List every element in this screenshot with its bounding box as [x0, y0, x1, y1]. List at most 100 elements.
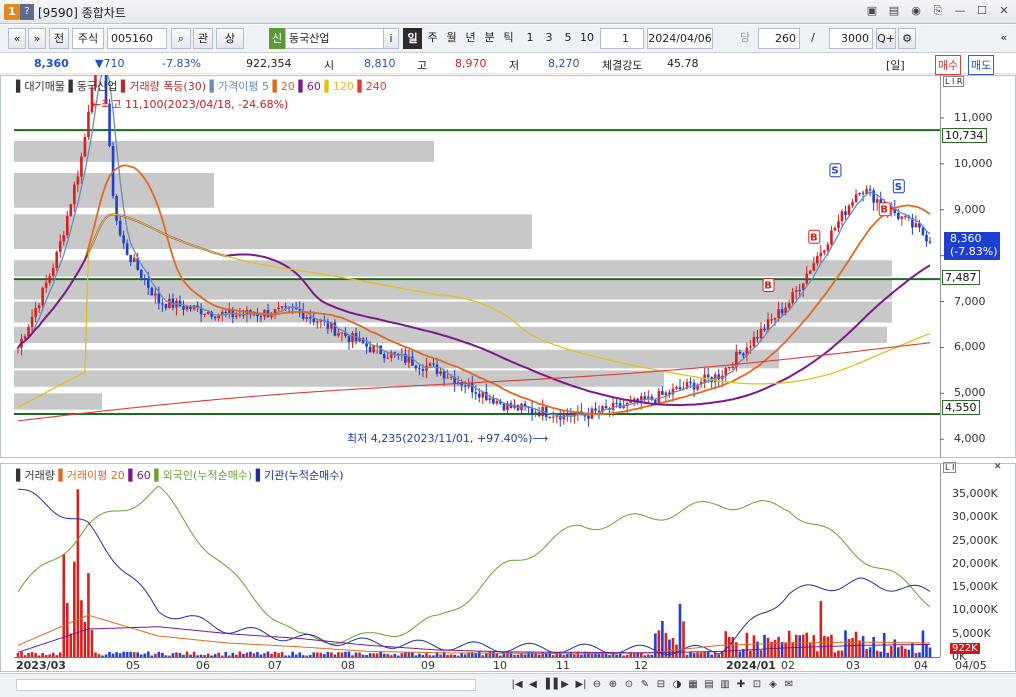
volume-pane-corner[interactable]: L I — [943, 462, 957, 473]
sang-button[interactable]: 상 — [216, 28, 244, 49]
code-input[interactable]: 005160 — [107, 28, 167, 49]
zoom-icon[interactable]: Q+ — [876, 28, 896, 49]
price-legend-item[interactable]: ▌240 — [357, 80, 386, 93]
jeon-button[interactable]: 전 — [49, 28, 69, 49]
current-volume-tag: 922K — [950, 643, 980, 654]
volume-legend-item[interactable]: ▌기관(누적순매수) — [256, 469, 344, 482]
status-toolbar-icon[interactable]: ⊟ — [654, 677, 668, 693]
sell-button[interactable]: 매도 — [968, 55, 995, 75]
interval-5[interactable]: 5 — [559, 28, 577, 49]
volume-bar — [886, 652, 890, 657]
list-icon[interactable]: ▤ — [886, 3, 902, 19]
volume-bar — [55, 655, 59, 657]
status-toolbar-icon[interactable]: ▤ — [702, 677, 716, 693]
status-toolbar-icon[interactable]: ✚ — [734, 677, 748, 693]
volume-bar — [104, 654, 108, 657]
status-toolbar-icon[interactable]: ◑ — [670, 677, 684, 693]
copy-icon[interactable]: ⎘ — [930, 3, 946, 19]
status-toolbar-icon[interactable]: ⊡ — [750, 677, 764, 693]
period-tick-tab[interactable]: 틱 — [499, 28, 518, 49]
price-legend-item[interactable]: ▌거래량 폭등(30) — [121, 80, 210, 93]
price-legend-item[interactable]: ▌120 — [324, 80, 357, 93]
chart-scrollbar[interactable] — [16, 679, 476, 691]
buy-button[interactable]: 매수 — [935, 55, 962, 75]
volume-bar — [347, 651, 351, 657]
search-icon[interactable]: ⌕ — [171, 28, 191, 49]
status-toolbar-icon[interactable]: ⊙ — [622, 677, 636, 693]
date-input[interactable]: 2024/04/06 — [647, 28, 713, 49]
status-toolbar-icon[interactable]: ✎ — [638, 677, 652, 693]
volume-bar — [573, 654, 576, 657]
candle-body — [928, 241, 932, 243]
period-day-tab[interactable]: 일 — [403, 28, 422, 49]
price-legend-item[interactable]: ▌동국산업 — [68, 80, 120, 93]
gwan-button[interactable]: 관 — [193, 28, 213, 49]
candle-body — [238, 314, 242, 316]
candle-body — [742, 353, 745, 356]
info-button[interactable]: i — [383, 28, 399, 49]
camera-icon[interactable]: ◉ — [908, 3, 924, 19]
candle-body — [868, 189, 872, 191]
nav-prev-button[interactable]: « — [8, 28, 26, 49]
period-minute-tab[interactable]: 분 — [480, 28, 499, 49]
gear-icon[interactable]: ⚙ — [898, 28, 916, 49]
status-toolbar-icon[interactable]: ✉ — [782, 677, 796, 693]
price-legend-item[interactable]: ▌20 — [272, 80, 298, 93]
help-badge[interactable]: ? — [20, 4, 34, 20]
volume-legend-item[interactable]: ▌60 — [128, 469, 154, 482]
chart-area[interactable]: B B S B S ▌대기매물 ▌동국산업 ▌거래량 폭등(30) ▌가격이평 5 ▌2… — [0, 75, 1016, 673]
volume-bar — [168, 655, 171, 657]
volume-legend-item[interactable]: ▌외국인(누적순매수) — [154, 469, 256, 482]
interval-10[interactable]: 10 — [577, 28, 597, 49]
volume-legend-item[interactable]: ▌거래이평 20 — [58, 469, 128, 482]
candle-body — [312, 318, 316, 323]
chart-canvas[interactable]: B B S B S — [0, 75, 1016, 673]
price-legend-item[interactable]: ▌가격이평 5 — [210, 80, 273, 93]
link-icon[interactable]: ▣ — [864, 3, 880, 19]
close-button[interactable]: ✕ — [996, 3, 1012, 19]
count-input[interactable]: 260 — [758, 28, 800, 49]
volume-bar — [477, 651, 481, 657]
volume-pane-close-icon[interactable]: ✕ — [994, 462, 1002, 472]
volume-bar — [872, 637, 875, 657]
status-toolbar-icon[interactable]: ◈ — [766, 677, 780, 693]
candle-body — [661, 391, 664, 395]
interval-3[interactable]: 3 — [540, 28, 558, 49]
interval-1[interactable]: 1 — [521, 28, 539, 49]
nav-down-button[interactable]: » — [28, 28, 46, 49]
volume-bar — [150, 655, 154, 657]
candle-body — [224, 311, 228, 314]
status-toolbar-icon[interactable]: ▶| — [574, 677, 588, 693]
period-week-tab[interactable]: 주 — [423, 28, 442, 49]
stock-name-field[interactable]: 동국산업 — [285, 28, 395, 49]
status-toolbar-icon[interactable]: ⊖ — [590, 677, 604, 693]
interval-select[interactable]: 1 — [600, 28, 644, 49]
status-toolbar-icon[interactable]: ▐▐ — [542, 677, 557, 693]
total-input[interactable]: 3000 — [829, 28, 873, 49]
candle-body — [534, 412, 537, 414]
candle-body — [41, 287, 44, 306]
candle-body — [308, 317, 312, 319]
period-year-tab[interactable]: 년 — [461, 28, 480, 49]
window-buttons: ▣ ▤ ◉ ⎘ — ☐ ✕ — [864, 3, 1012, 19]
status-toolbar-icon[interactable]: |◀ — [510, 677, 524, 693]
volume-legend-item[interactable]: ▌거래량 — [16, 469, 58, 482]
expand-arrow-icon[interactable]: « — [996, 28, 1012, 49]
price-legend-item[interactable]: ▌60 — [298, 80, 324, 93]
period-month-tab[interactable]: 월 — [442, 28, 461, 49]
status-toolbar-icon[interactable]: ▥ — [718, 677, 732, 693]
market-select[interactable]: 주식 — [72, 28, 104, 49]
maximize-button[interactable]: ☐ — [974, 3, 990, 19]
price-pane-corner[interactable]: L I R — [943, 76, 965, 87]
status-toolbar-icon[interactable]: ⊕ — [606, 677, 620, 693]
price-legend-item[interactable]: ▌대기매물 — [16, 80, 68, 93]
volume-bar — [664, 633, 668, 657]
volume-bar — [921, 630, 925, 657]
candle-body — [900, 216, 904, 219]
volume-bar — [506, 651, 509, 657]
minimize-button[interactable]: — — [952, 3, 968, 19]
status-toolbar-icon[interactable]: ◀ — [526, 677, 540, 693]
time-tick-label: 11 — [556, 659, 570, 672]
status-toolbar-icon[interactable]: ▦ — [686, 677, 700, 693]
status-toolbar-icon[interactable]: ▶ — [558, 677, 572, 693]
